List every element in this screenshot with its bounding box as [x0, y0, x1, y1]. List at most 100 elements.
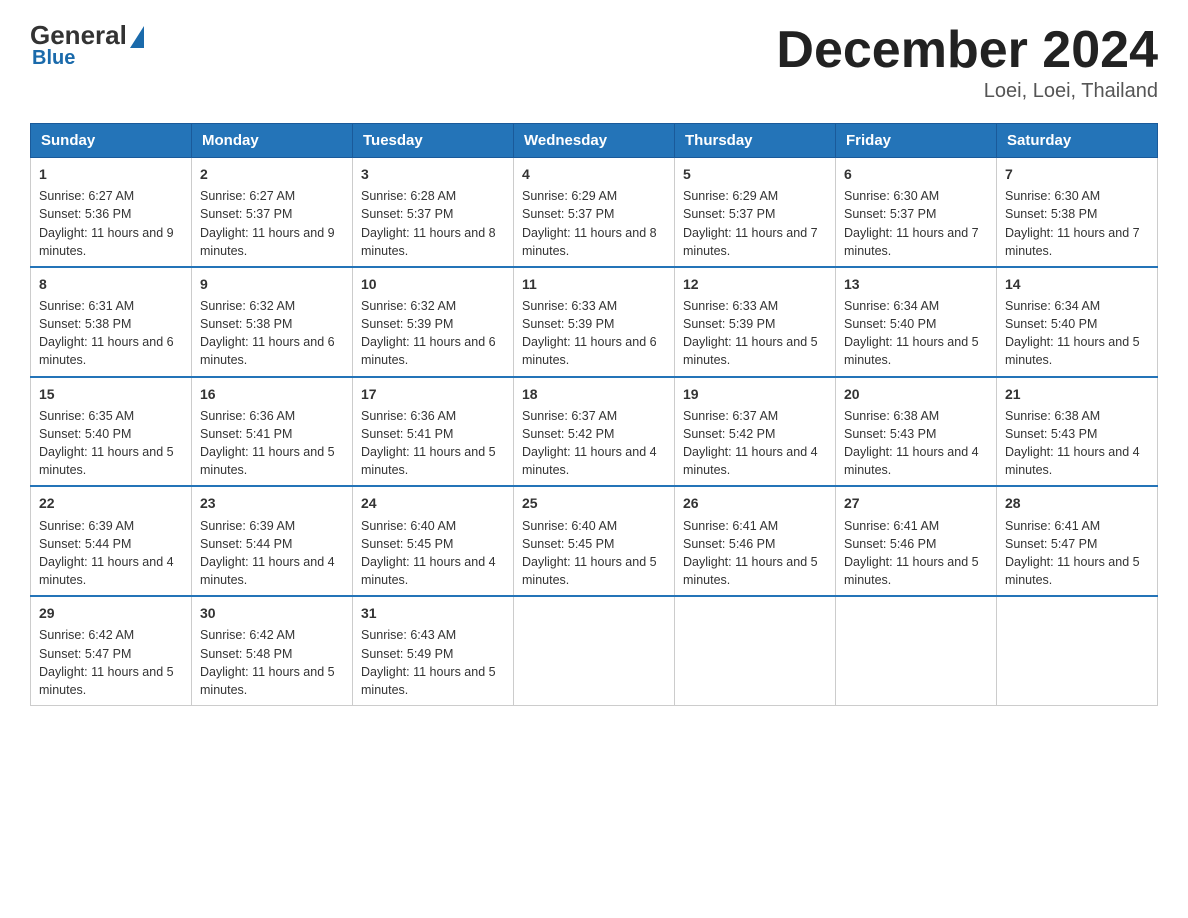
day-number: 25	[522, 493, 666, 513]
sunrise-label: Sunrise: 6:33 AM	[683, 299, 778, 313]
daylight-label: Daylight: 11 hours and 5 minutes.	[200, 665, 335, 697]
daylight-label: Daylight: 11 hours and 5 minutes.	[39, 665, 174, 697]
day-number: 14	[1005, 274, 1149, 294]
column-header-monday: Monday	[192, 124, 353, 158]
daylight-label: Daylight: 11 hours and 5 minutes.	[683, 335, 818, 367]
sunrise-label: Sunrise: 6:36 AM	[361, 409, 456, 423]
day-number: 27	[844, 493, 988, 513]
calendar-cell: 30Sunrise: 6:42 AMSunset: 5:48 PMDayligh…	[192, 596, 353, 705]
sunrise-label: Sunrise: 6:34 AM	[1005, 299, 1100, 313]
daylight-label: Daylight: 11 hours and 5 minutes.	[1005, 335, 1140, 367]
calendar-cell: 11Sunrise: 6:33 AMSunset: 5:39 PMDayligh…	[514, 267, 675, 377]
day-number: 11	[522, 274, 666, 294]
calendar-cell: 10Sunrise: 6:32 AMSunset: 5:39 PMDayligh…	[353, 267, 514, 377]
day-number: 26	[683, 493, 827, 513]
daylight-label: Daylight: 11 hours and 4 minutes.	[522, 445, 657, 477]
sunrise-label: Sunrise: 6:33 AM	[522, 299, 617, 313]
calendar-cell	[836, 596, 997, 705]
sunrise-label: Sunrise: 6:40 AM	[361, 519, 456, 533]
day-number: 6	[844, 164, 988, 184]
day-number: 12	[683, 274, 827, 294]
sunset-label: Sunset: 5:37 PM	[361, 207, 453, 221]
calendar-week-row: 1Sunrise: 6:27 AMSunset: 5:36 PMDaylight…	[31, 158, 1158, 267]
calendar-cell	[514, 596, 675, 705]
day-number: 31	[361, 603, 505, 623]
sunrise-label: Sunrise: 6:31 AM	[39, 299, 134, 313]
day-number: 28	[1005, 493, 1149, 513]
calendar-cell: 3Sunrise: 6:28 AMSunset: 5:37 PMDaylight…	[353, 158, 514, 267]
daylight-label: Daylight: 11 hours and 6 minutes.	[361, 335, 496, 367]
daylight-label: Daylight: 11 hours and 4 minutes.	[1005, 445, 1140, 477]
day-number: 24	[361, 493, 505, 513]
sunrise-label: Sunrise: 6:38 AM	[1005, 409, 1100, 423]
calendar-cell: 26Sunrise: 6:41 AMSunset: 5:46 PMDayligh…	[675, 486, 836, 596]
page-header: General Blue December 2024 Loei, Loei, T…	[30, 20, 1158, 103]
sunset-label: Sunset: 5:44 PM	[200, 537, 292, 551]
sunrise-label: Sunrise: 6:27 AM	[200, 189, 295, 203]
calendar-cell: 22Sunrise: 6:39 AMSunset: 5:44 PMDayligh…	[31, 486, 192, 596]
daylight-label: Daylight: 11 hours and 7 minutes.	[844, 226, 979, 258]
sunset-label: Sunset: 5:40 PM	[844, 317, 936, 331]
calendar-cell: 2Sunrise: 6:27 AMSunset: 5:37 PMDaylight…	[192, 158, 353, 267]
daylight-label: Daylight: 11 hours and 5 minutes.	[1005, 555, 1140, 587]
daylight-label: Daylight: 11 hours and 5 minutes.	[200, 445, 335, 477]
day-number: 29	[39, 603, 183, 623]
daylight-label: Daylight: 11 hours and 6 minutes.	[39, 335, 174, 367]
daylight-label: Daylight: 11 hours and 7 minutes.	[683, 226, 818, 258]
daylight-label: Daylight: 11 hours and 8 minutes.	[361, 226, 496, 258]
calendar-cell: 12 Sunrise: 6:33 AM Sunset: 5:39 PM Dayligh…	[675, 267, 836, 377]
day-number: 17	[361, 384, 505, 404]
sunset-label: Sunset: 5:44 PM	[39, 537, 131, 551]
calendar-cell: 13Sunrise: 6:34 AMSunset: 5:40 PMDayligh…	[836, 267, 997, 377]
day-number: 9	[200, 274, 344, 294]
sunset-label: Sunset: 5:39 PM	[683, 317, 775, 331]
day-number: 15	[39, 384, 183, 404]
day-number: 19	[683, 384, 827, 404]
day-number: 20	[844, 384, 988, 404]
calendar-week-row: 15Sunrise: 6:35 AMSunset: 5:40 PMDayligh…	[31, 377, 1158, 487]
day-number: 8	[39, 274, 183, 294]
sunrise-label: Sunrise: 6:41 AM	[844, 519, 939, 533]
daylight-label: Daylight: 11 hours and 5 minutes.	[683, 555, 818, 587]
daylight-label: Daylight: 11 hours and 4 minutes.	[200, 555, 335, 587]
sunrise-label: Sunrise: 6:39 AM	[39, 519, 134, 533]
day-number: 5	[683, 164, 827, 184]
sunset-label: Sunset: 5:41 PM	[200, 427, 292, 441]
daylight-label: Daylight: 11 hours and 5 minutes.	[844, 335, 979, 367]
sunset-label: Sunset: 5:37 PM	[844, 207, 936, 221]
day-number: 22	[39, 493, 183, 513]
column-header-wednesday: Wednesday	[514, 124, 675, 158]
sunset-label: Sunset: 5:48 PM	[200, 647, 292, 661]
daylight-label: Daylight: 11 hours and 9 minutes.	[39, 226, 174, 258]
calendar-cell: 20Sunrise: 6:38 AMSunset: 5:43 PMDayligh…	[836, 377, 997, 487]
daylight-label: Daylight: 11 hours and 6 minutes.	[200, 335, 335, 367]
daylight-label: Daylight: 11 hours and 5 minutes.	[522, 555, 657, 587]
sunrise-label: Sunrise: 6:34 AM	[844, 299, 939, 313]
day-number: 23	[200, 493, 344, 513]
day-number: 21	[1005, 384, 1149, 404]
daylight-label: Daylight: 11 hours and 7 minutes.	[1005, 226, 1140, 258]
daylight-label: Daylight: 11 hours and 5 minutes.	[39, 445, 174, 477]
sunrise-label: Sunrise: 6:27 AM	[39, 189, 134, 203]
sunrise-label: Sunrise: 6:39 AM	[200, 519, 295, 533]
calendar-cell: 25Sunrise: 6:40 AMSunset: 5:45 PMDayligh…	[514, 486, 675, 596]
day-number: 7	[1005, 164, 1149, 184]
calendar-cell: 1Sunrise: 6:27 AMSunset: 5:36 PMDaylight…	[31, 158, 192, 267]
calendar-cell: 24Sunrise: 6:40 AMSunset: 5:45 PMDayligh…	[353, 486, 514, 596]
sunrise-label: Sunrise: 6:30 AM	[1005, 189, 1100, 203]
sunrise-label: Sunrise: 6:41 AM	[683, 519, 778, 533]
calendar-week-row: 22 Sunrise: 6:39 AM Sunset: 5:44 PM Dayligh…	[31, 486, 1158, 596]
day-number: 2	[200, 164, 344, 184]
day-number: 10	[361, 274, 505, 294]
sunset-label: Sunset: 5:38 PM	[1005, 207, 1097, 221]
location-label: Loei, Loei, Thailand	[776, 80, 1158, 103]
sunrise-label: Sunrise: 6:42 AM	[39, 628, 134, 642]
title-block: December 2024 Loei, Loei, Thailand	[776, 20, 1158, 103]
sunset-label: Sunset: 5:47 PM	[39, 647, 131, 661]
daylight-label: Daylight: 11 hours and 4 minutes.	[361, 555, 496, 587]
sunrise-label: Sunrise: 6:41 AM	[1005, 519, 1100, 533]
sunrise-label: Sunrise: 6:37 AM	[683, 409, 778, 423]
sunset-label: Sunset: 5:40 PM	[39, 427, 131, 441]
sunrise-label: Sunrise: 6:43 AM	[361, 628, 456, 642]
column-header-saturday: Saturday	[997, 124, 1158, 158]
